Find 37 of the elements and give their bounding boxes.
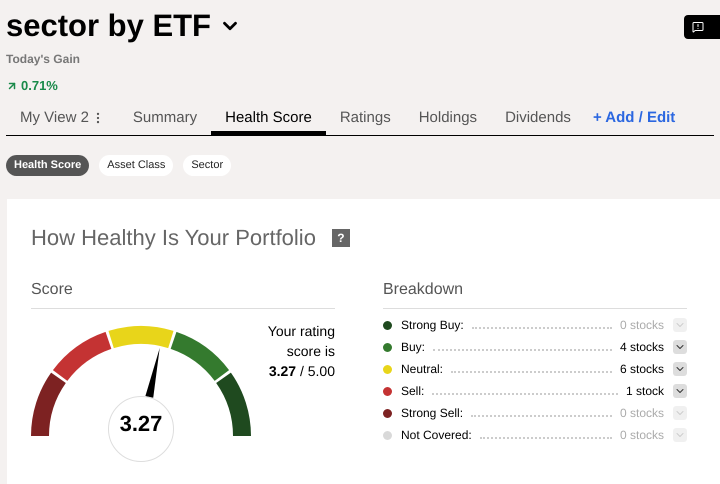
- tab[interactable]: Holdings: [404, 102, 492, 134]
- stock-count: 0 stocks: [620, 317, 664, 334]
- add-edit-link[interactable]: + Add / Edit: [584, 102, 676, 134]
- filter-chip[interactable]: Sector: [183, 154, 232, 176]
- stock-count: 0 stocks: [620, 405, 664, 422]
- tab[interactable]: Summary: [118, 102, 212, 134]
- tab[interactable]: Dividends: [491, 102, 585, 134]
- rating-label: Strong Buy:: [401, 317, 464, 334]
- tab[interactable]: My View 2: [6, 102, 119, 134]
- rating-text: Your rating score is 3.27 / 5.00: [266, 322, 335, 381]
- message-icon: [692, 21, 704, 33]
- tab[interactable]: Health Score: [211, 102, 326, 134]
- rating-label: Neutral:: [401, 361, 444, 378]
- help-icon[interactable]: ?: [332, 228, 350, 246]
- score-heading: Score: [31, 278, 335, 309]
- feedback-button[interactable]: [684, 15, 720, 39]
- gain-value: 0.71%: [21, 77, 58, 95]
- stock-count: 6 stocks: [620, 361, 664, 378]
- expand-button[interactable]: [673, 340, 687, 354]
- tab[interactable]: Ratings: [326, 102, 405, 134]
- filter-chip[interactable]: Health Score: [6, 154, 90, 176]
- breakdown-heading: Breakdown: [383, 278, 687, 309]
- gauge-needle: [145, 348, 160, 398]
- expand-button[interactable]: [673, 362, 687, 376]
- portfolio-title: sector by ETF: [6, 8, 211, 44]
- expand-button[interactable]: [673, 384, 687, 398]
- rating-label: Sell:: [401, 383, 424, 400]
- rating-label: Not Covered:: [401, 427, 472, 444]
- filter-chip[interactable]: Asset Class: [99, 154, 174, 176]
- rating-label: Strong Sell:: [401, 405, 464, 422]
- score-value: 3.27: [108, 396, 174, 462]
- stock-count: 4 stocks: [620, 339, 664, 356]
- stock-count: 1 stock: [626, 383, 664, 400]
- gain-label: Today's Gain: [6, 51, 81, 68]
- stock-count: 0 stocks: [620, 427, 664, 444]
- rating-label: Buy:: [401, 339, 426, 356]
- card-title: How Healthy Is Your Portfolio: [31, 224, 316, 252]
